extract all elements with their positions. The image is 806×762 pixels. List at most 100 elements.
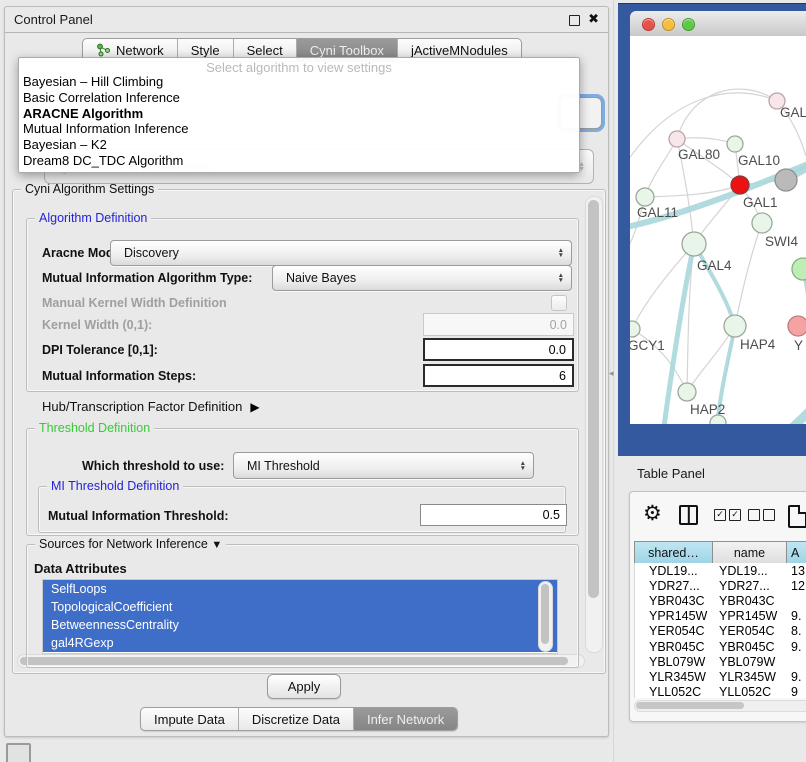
- algorithm-list-item[interactable]: Mutual Information Inference: [23, 121, 575, 137]
- node-label: GAL80: [678, 147, 720, 162]
- mi-type-value: Naive Bayes: [286, 271, 356, 285]
- mi-steps-field[interactable]: 6: [423, 364, 574, 387]
- data-attributes-list[interactable]: SelfLoopsTopologicalCoefficientBetweenne…: [42, 579, 558, 654]
- network-node[interactable]: [792, 258, 806, 280]
- tab-impute-data[interactable]: Impute Data: [141, 708, 239, 730]
- algorithm-list-item[interactable]: Bayesian – K2: [23, 137, 575, 153]
- table-header-row: shared… name A: [634, 541, 806, 565]
- table-hscrollbar[interactable]: [634, 700, 806, 712]
- table-row[interactable]: YER054CYER054C8.: [635, 624, 806, 639]
- data-attribute-item[interactable]: SelfLoops: [43, 580, 557, 598]
- manual-kernel-checkbox[interactable]: [551, 295, 567, 311]
- table-hscrollbar-thumb[interactable]: [636, 702, 744, 709]
- aracne-mode-combo[interactable]: Discovery ▲▼: [110, 240, 572, 266]
- network-graph: GALGAL80GAL10GAL1GAL11SWI4GAL4GCY1HAP4YH…: [630, 36, 806, 424]
- control-panel-titlebar: Control Panel ✖: [5, 7, 608, 33]
- which-threshold-combo[interactable]: MI Threshold ▲▼: [233, 452, 534, 479]
- column-header-name[interactable]: name: [713, 542, 787, 564]
- algorithm-list-item[interactable]: ARACNE Algorithm: [23, 106, 575, 122]
- attributes-vscrollbar-thumb[interactable]: [541, 584, 549, 644]
- bottom-tabbar: Impute Data Discretize Data Infer Networ…: [140, 707, 458, 731]
- network-node-gcy1[interactable]: [630, 321, 640, 337]
- mi-threshold-field[interactable]: 0.5: [420, 504, 567, 526]
- combo-arrows-icon: ▲▼: [558, 273, 564, 283]
- column-header-shared-name[interactable]: shared…: [635, 542, 713, 564]
- data-attribute-item[interactable]: gal4RGexp: [43, 634, 557, 652]
- network-node-gal10[interactable]: [727, 136, 743, 152]
- table-panel-title: Table Panel: [637, 466, 705, 481]
- minimize-traffic-light[interactable]: [662, 18, 675, 31]
- algorithm-list-item[interactable]: Bayesian – Hill Climbing: [23, 74, 575, 90]
- tab-label: jActiveMNodules: [411, 43, 508, 58]
- threshold-definition-title: Threshold Definition: [35, 421, 154, 435]
- algorithm-dropdown-popup: Select algorithm to view settings Bayesi…: [18, 57, 580, 173]
- float-window-icon[interactable]: [569, 15, 580, 26]
- tab-discretize-data[interactable]: Discretize Data: [239, 708, 354, 730]
- kernel-width-value: 0.0: [550, 318, 567, 332]
- table-row[interactable]: YLL052CYLL052C9: [635, 685, 806, 699]
- table-cell: 9: [787, 685, 806, 698]
- new-table-icon[interactable]: [788, 505, 806, 528]
- network-tab-icon: [96, 43, 111, 57]
- table-cell: YBR045C: [635, 640, 713, 654]
- mi-threshold-value: 0.5: [543, 508, 560, 522]
- dpi-tolerance-field[interactable]: 0.0: [423, 338, 574, 361]
- columns-icon[interactable]: [679, 505, 698, 525]
- docked-panel-icon[interactable]: [6, 743, 31, 762]
- settings-vscrollbar-thumb[interactable]: [588, 200, 599, 598]
- show-all-columns-icon[interactable]: ✓ ✓: [714, 509, 741, 521]
- table-row[interactable]: YDR27...YDR27...12: [635, 578, 806, 593]
- network-node-gal80[interactable]: [669, 131, 685, 147]
- node-label: GAL1: [743, 195, 778, 210]
- table-cell: YBL079W: [713, 655, 787, 669]
- network-node-gal1[interactable]: [731, 176, 749, 194]
- hide-all-columns-icon[interactable]: [748, 509, 775, 521]
- gear-icon[interactable]: ⚙: [643, 501, 662, 526]
- table-panel: ⚙ ✓ ✓ shared… name A YDL19...YDL19...13Y…: [629, 491, 806, 722]
- network-node-gal11[interactable]: [636, 188, 654, 206]
- network-node[interactable]: [775, 169, 797, 191]
- apply-button[interactable]: Apply: [267, 674, 341, 699]
- mi-steps-label: Mutual Information Steps:: [42, 369, 196, 383]
- combo-arrows-icon: ▲▼: [558, 248, 564, 258]
- table-cell: YLR345W: [635, 670, 713, 684]
- network-view-window: GALGAL80GAL10GAL1GAL11SWI4GAL4GCY1HAP4YH…: [618, 3, 806, 456]
- data-attribute-item[interactable]: BetweennessCentrality: [43, 616, 557, 634]
- table-row[interactable]: YBR045CYBR045C9.: [635, 639, 806, 654]
- kernel-width-field[interactable]: 0.0: [423, 313, 574, 336]
- network-canvas[interactable]: GALGAL80GAL10GAL1GAL11SWI4GAL4GCY1HAP4YH…: [630, 36, 806, 424]
- splitter-grip-icon[interactable]: ◂: [609, 368, 614, 379]
- algorithm-list-item[interactable]: Dream8 DC_TDC Algorithm: [23, 153, 575, 169]
- network-window-titlebar[interactable]: [630, 11, 806, 37]
- table-row[interactable]: YBR043CYBR043C: [635, 593, 806, 608]
- attributes-vscrollbar[interactable]: [538, 581, 553, 652]
- table-row[interactable]: YLR345WYLR345W9.: [635, 669, 806, 684]
- tab-label: Network: [116, 43, 164, 58]
- data-attribute-item[interactable]: TopologicalCoefficient: [43, 598, 557, 616]
- panel-splitter[interactable]: [613, 0, 614, 762]
- popup-placeholder: Select algorithm to view settings: [19, 60, 579, 75]
- close-traffic-light[interactable]: [642, 18, 655, 31]
- settings-vscrollbar[interactable]: [585, 196, 603, 653]
- table-cell: YER054C: [713, 624, 787, 638]
- hub-definition-toggle[interactable]: Hub/Transcription Factor Definition▶: [42, 399, 260, 414]
- tab-infer-network[interactable]: Infer Network: [354, 708, 457, 730]
- table-row[interactable]: YDL19...YDL19...13: [635, 563, 806, 578]
- table-row[interactable]: YBL079WYBL079W: [635, 654, 806, 669]
- table-body[interactable]: YDL19...YDL19...13YDR27...YDR27...12YBR0…: [634, 563, 806, 698]
- network-node-y[interactable]: [788, 316, 806, 336]
- column-header-third[interactable]: A: [787, 542, 806, 564]
- mi-type-combo[interactable]: Naive Bayes ▲▼: [272, 265, 572, 291]
- network-node-hap2[interactable]: [678, 383, 696, 401]
- network-node-hap4[interactable]: [724, 315, 746, 337]
- table-row[interactable]: YPR145WYPR145W9.: [635, 609, 806, 624]
- algorithm-list-item[interactable]: Basic Correlation Inference: [23, 90, 575, 106]
- table-cell: 13: [787, 564, 806, 578]
- node-label: SWI4: [765, 234, 798, 249]
- zoom-traffic-light[interactable]: [682, 18, 695, 31]
- network-node-gal4[interactable]: [682, 232, 706, 256]
- combo-arrows-icon: ▲▼: [520, 461, 526, 471]
- apply-label: Apply: [288, 679, 321, 694]
- network-node-swi4[interactable]: [752, 213, 772, 233]
- close-icon[interactable]: ✖: [588, 11, 599, 27]
